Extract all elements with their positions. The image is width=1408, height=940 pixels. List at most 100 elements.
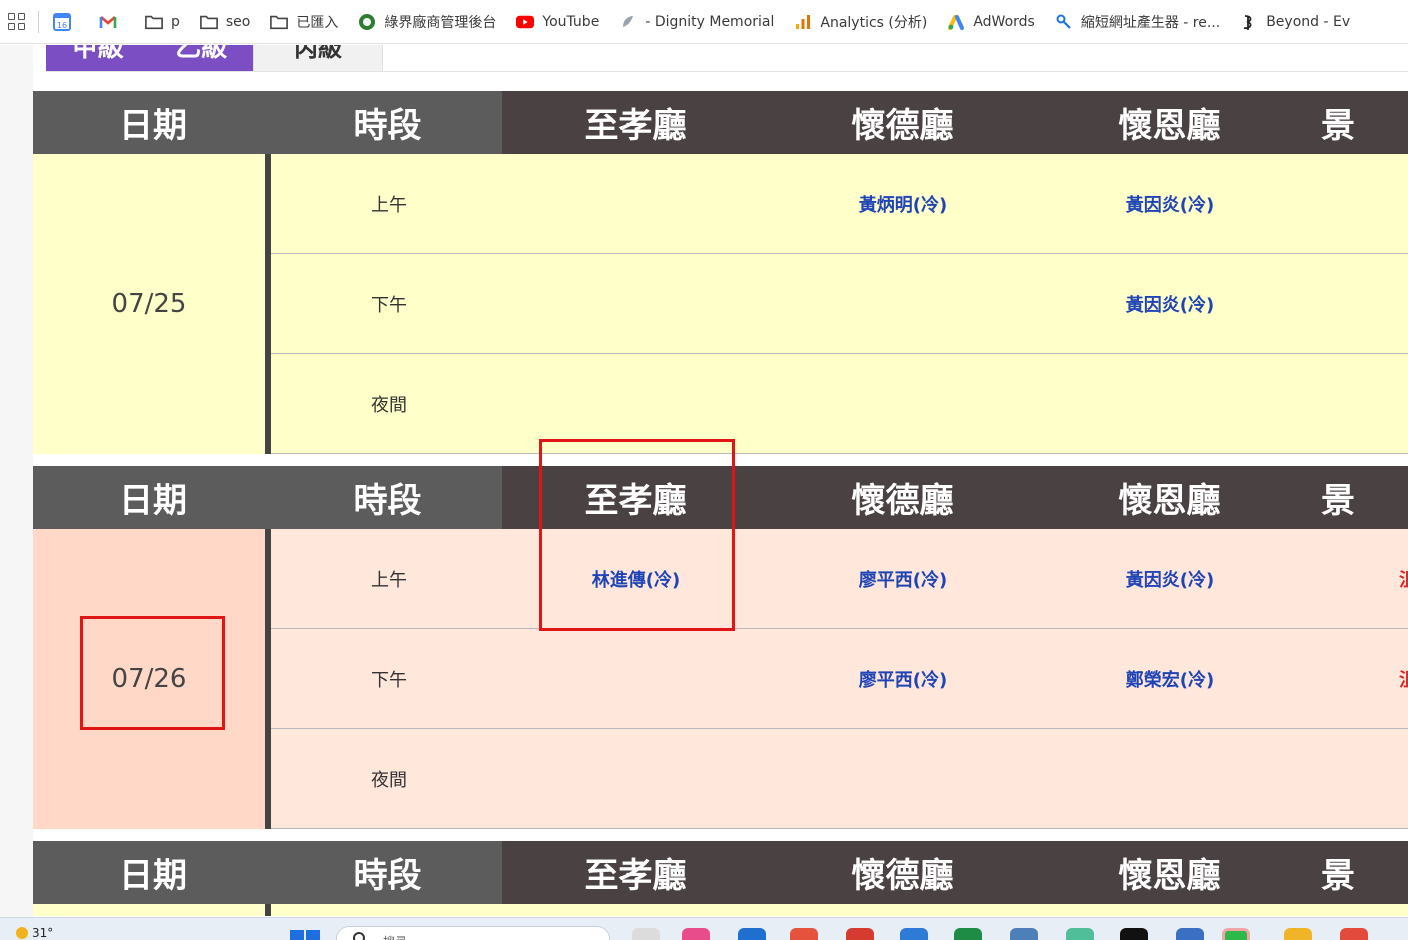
bookmark-beyond[interactable]: Beyond - Ev bbox=[1240, 13, 1350, 31]
booking-link[interactable] bbox=[803, 254, 1003, 354]
tab-label-a: 甲級 bbox=[71, 45, 124, 63]
period-label: 上午 bbox=[371, 195, 407, 216]
schedule-block-0725: 日期 時段 至孝廳 懷德廳 懷恩廳 景 07/25 上午 黃炳明(冷) 黃因炎(… bbox=[33, 91, 1408, 454]
header-hall-jing: 景 bbox=[1321, 481, 1355, 521]
booking-link[interactable]: 沮 bbox=[1399, 529, 1408, 629]
bookmark-dignity[interactable]: - Dignity Memorial bbox=[619, 13, 774, 31]
adwords-icon bbox=[947, 13, 965, 31]
booking-link[interactable] bbox=[803, 354, 1003, 454]
ecpay-icon bbox=[358, 13, 376, 31]
header-hall-jing: 景 bbox=[1321, 856, 1355, 896]
taskbar-app-icon[interactable] bbox=[1120, 928, 1148, 940]
booking-link[interactable] bbox=[803, 729, 1003, 829]
booking-link[interactable] bbox=[536, 254, 736, 354]
header-hall-huaien: 懷恩廳 bbox=[1118, 856, 1221, 896]
bookmark-label: 縮短網址產生器 - re... bbox=[1080, 14, 1221, 31]
bookmark-adwords[interactable]: AdWords bbox=[947, 13, 1035, 31]
taskbar-app-icon[interactable] bbox=[900, 928, 928, 940]
table-row: 夜間 bbox=[271, 729, 1408, 829]
table-row: 上午 林進傳(冷) 廖平西(冷) 黃因炎(冷) 沮 bbox=[271, 529, 1408, 629]
header-hall-zhixiao: 至孝廳 bbox=[584, 856, 687, 896]
taskbar-app-icon[interactable] bbox=[954, 928, 982, 940]
taskbar-app-icon[interactable] bbox=[738, 928, 766, 940]
booking-link[interactable]: 黃因炎(冷) bbox=[1070, 154, 1270, 254]
beyond-icon bbox=[1240, 13, 1258, 31]
header-hall-jing: 景 bbox=[1321, 106, 1355, 146]
taskbar-app-icon[interactable] bbox=[632, 928, 660, 940]
booking-link[interactable] bbox=[1399, 354, 1408, 454]
bookmark-folder-p[interactable]: p bbox=[145, 13, 180, 31]
booking-link[interactable]: 沮 bbox=[1399, 629, 1408, 729]
table-header: 日期 時段 至孝廳 懷德廳 懷恩廳 景 bbox=[33, 841, 1408, 904]
taskbar-app-icon[interactable] bbox=[1176, 928, 1204, 940]
bookmark-label: Beyond - Ev bbox=[1266, 13, 1351, 30]
schedule-body-peek bbox=[33, 904, 1408, 916]
tab-label-b: 乙級 bbox=[175, 45, 228, 63]
booking-link[interactable] bbox=[1399, 729, 1408, 829]
taskbar-app-icon[interactable] bbox=[790, 928, 818, 940]
date-divider bbox=[265, 904, 271, 916]
bookmark-folder-imported[interactable]: 已匯入 bbox=[270, 12, 338, 32]
booking-link[interactable] bbox=[536, 154, 736, 254]
bookmark-youtube[interactable]: YouTube bbox=[516, 13, 599, 31]
taskbar-app-icon[interactable] bbox=[1284, 928, 1312, 940]
booking-link[interactable]: 黃因炎(冷) bbox=[1070, 254, 1270, 354]
booking-link[interactable] bbox=[536, 629, 736, 729]
header-date: 日期 bbox=[33, 91, 273, 154]
apps-grid-icon[interactable] bbox=[8, 12, 26, 31]
bookmark-label: p bbox=[171, 13, 180, 30]
period-rows: 上午 林進傳(冷) 廖平西(冷) 黃因炎(冷) 沮 下午 廖平西(冷) 鄭榮宏(… bbox=[271, 529, 1408, 829]
header-period: 時段 bbox=[273, 466, 502, 529]
search-placeholder: 搜尋 bbox=[383, 935, 407, 940]
windows-start-icon[interactable] bbox=[290, 930, 320, 940]
bookmark-url-shortener[interactable]: 縮短網址產生器 - re... bbox=[1055, 12, 1220, 32]
booking-link[interactable] bbox=[536, 729, 736, 829]
bookmark-label: - Dignity Memorial bbox=[645, 13, 775, 30]
table-header: 日期 時段 至孝廳 懷德廳 懷恩廳 景 bbox=[33, 91, 1408, 154]
taskbar-app-icon[interactable] bbox=[682, 928, 710, 940]
weather-widget[interactable]: 31° bbox=[16, 926, 53, 940]
header-hall-zhixiao: 至孝廳 bbox=[584, 106, 687, 146]
booking-link[interactable] bbox=[1070, 729, 1270, 829]
annotation-box-booking bbox=[539, 439, 735, 631]
booking-link[interactable] bbox=[1399, 154, 1408, 254]
bookmark-analytics[interactable]: Analytics (分析) bbox=[794, 12, 927, 32]
folder-icon bbox=[199, 13, 218, 31]
sun-icon bbox=[16, 927, 28, 939]
link-icon bbox=[1055, 13, 1073, 31]
taskbar-app-icon[interactable] bbox=[1066, 928, 1094, 940]
booking-link[interactable]: 廖平西(冷) bbox=[803, 529, 1003, 629]
search-icon bbox=[353, 932, 365, 940]
booking-link[interactable] bbox=[1070, 354, 1270, 454]
booking-link[interactable]: 鄭榮宏(冷) bbox=[1070, 629, 1270, 729]
booking-link[interactable] bbox=[1399, 254, 1408, 354]
header-period: 時段 bbox=[273, 91, 502, 154]
booking-link[interactable]: 廖平西(冷) bbox=[803, 629, 1003, 729]
taskbar-app-icon[interactable] bbox=[1222, 928, 1250, 940]
period-label: 夜間 bbox=[371, 395, 407, 416]
booking-link[interactable]: 黃炳明(冷) bbox=[803, 154, 1003, 254]
booking-link[interactable]: 黃因炎(冷) bbox=[1070, 529, 1270, 629]
tab-grade-c[interactable]: 丙級 bbox=[253, 45, 383, 72]
bookmark-gmail[interactable] bbox=[99, 13, 125, 31]
taskbar-search[interactable]: 搜尋 bbox=[336, 926, 610, 940]
bookmark-calendar[interactable]: 16 bbox=[53, 12, 79, 31]
table-row: 下午 廖平西(冷) 鄭榮宏(冷) 沮 bbox=[271, 629, 1408, 729]
table-row: 夜間 bbox=[271, 354, 1408, 454]
bookmark-ecpay[interactable]: 綠界廠商管理後台 bbox=[358, 12, 496, 32]
header-hall-huaide: 懷德廳 bbox=[851, 106, 954, 146]
period-label: 下午 bbox=[371, 670, 407, 691]
bookmark-label: seo bbox=[225, 13, 251, 30]
page-content: 甲級 乙級 丙級 日期 時段 至孝廳 懷德廳 懷恩廳 景 07/25 上午 黃炳… bbox=[0, 45, 1408, 917]
period-label: 下午 bbox=[371, 295, 407, 316]
taskbar-app-icon[interactable] bbox=[1010, 928, 1038, 940]
table-row: 下午 黃因炎(冷) bbox=[271, 254, 1408, 354]
tab-grade-ab[interactable]: 甲級 乙級 bbox=[46, 45, 253, 72]
taskbar-app-icon[interactable] bbox=[1340, 928, 1368, 940]
youtube-icon bbox=[516, 13, 535, 31]
bookmark-folder-seo[interactable]: seo bbox=[199, 13, 251, 31]
calendar-icon: 16 bbox=[53, 12, 71, 31]
taskbar-app-icon[interactable] bbox=[846, 928, 874, 940]
date-cell: 07/25 bbox=[33, 154, 265, 454]
dignity-icon bbox=[619, 13, 637, 31]
